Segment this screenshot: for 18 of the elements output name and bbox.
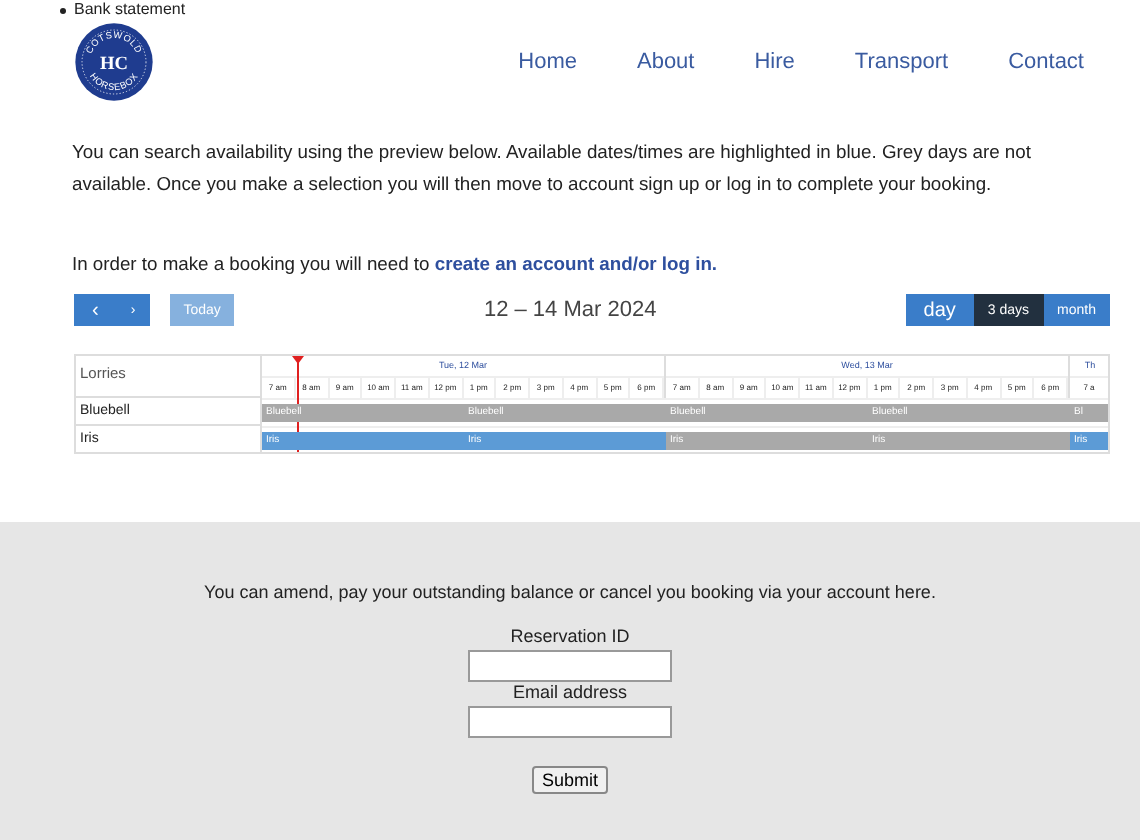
- nav-link[interactable]: Contact: [1008, 50, 1084, 74]
- intro-text: You can search availability using the preview below. Available dates/times are highlighted in blue. Grey days are not available. Once you make a selection you will then move to account sign up or log in to complete your booking.: [72, 138, 1033, 198]
- account-text: You can amend, pay your outstanding balance or cancel you booking via your account here.: [204, 582, 936, 602]
- login-note: In order to make a booking you will need to create an account and/or log in.: [72, 252, 720, 274]
- nav-link[interactable]: Transport: [854, 50, 949, 74]
- input-field[interactable]: [468, 706, 672, 738]
- input-field[interactable]: [468, 650, 672, 682]
- field-label: Email address: [512, 682, 628, 702]
- previous-button[interactable]: ‹: [74, 294, 117, 326]
- view-tab[interactable]: day: [905, 294, 974, 326]
- date-range-title: 12 – 14 Mar 2024: [481, 298, 659, 322]
- nav-link[interactable]: Hire: [754, 50, 795, 74]
- create-account-link[interactable]: create an account and/or log in.: [434, 252, 718, 274]
- submit-button[interactable]: Submit: [531, 766, 608, 794]
- field-label: Reservation ID: [510, 626, 630, 646]
- nav-link[interactable]: Home: [518, 50, 577, 74]
- nav-link[interactable]: About: [636, 50, 695, 74]
- bank-statement-link[interactable]: Bank statement: [74, 0, 186, 20]
